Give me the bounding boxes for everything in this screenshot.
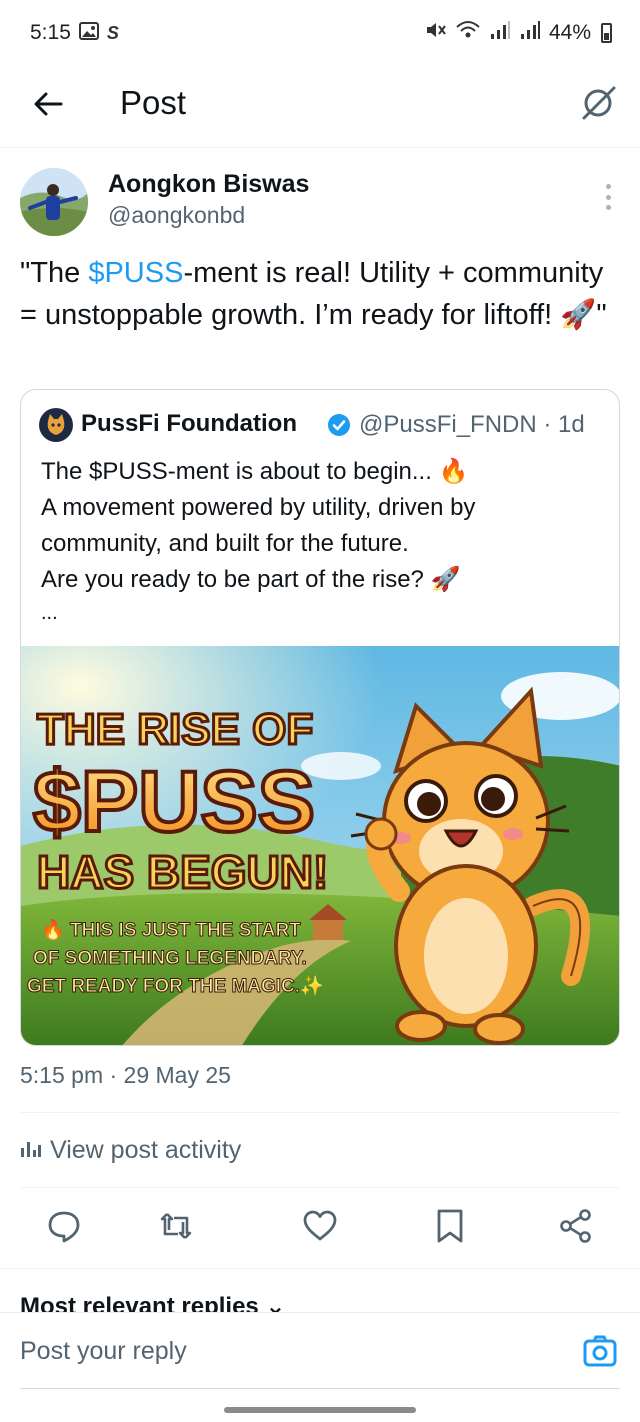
bookmark-icon[interactable] <box>432 1208 468 1244</box>
top-app-bar: Post <box>0 66 640 148</box>
gallery-icon <box>78 21 99 45</box>
view-post-activity-label: View post activity <box>50 1136 242 1164</box>
quote-author-name[interactable]: PussFi Foundation <box>81 410 297 438</box>
quote-line: The $PUSS-ment is about to begin... 🔥 <box>41 458 469 485</box>
share-icon[interactable] <box>558 1208 594 1244</box>
avatar[interactable] <box>20 168 88 236</box>
quote-text: The $PUSS-ment is about to begin... 🔥 A … <box>41 454 607 628</box>
image-headline-2: $PUSS <box>33 754 315 850</box>
home-indicator[interactable] <box>224 1407 416 1413</box>
divider <box>20 1112 620 1113</box>
reply-underline <box>20 1388 620 1389</box>
quote-media-image[interactable]: THE RISE OF $PUSS HAS BEGUN! 🔥 THIS IS J… <box>21 646 619 1045</box>
arrow-left-icon[interactable] <box>28 84 68 124</box>
image-headline-3: HAS BEGUN! <box>37 846 328 898</box>
quote-line: community, and built for the future. <box>41 530 409 557</box>
view-post-activity-link[interactable]: View post activity <box>20 1136 241 1165</box>
divider <box>20 1187 620 1188</box>
quote-avatar[interactable] <box>39 408 73 442</box>
bar-chart-icon <box>20 1136 42 1165</box>
quote-handle-time: @PussFi_FNDN · 1d <box>359 411 585 438</box>
cashtag-link[interactable]: $PUSS <box>88 257 183 289</box>
image-headline-1: THE RISE OF <box>37 705 313 754</box>
quoted-post[interactable]: PussFi Foundation @PussFi_FNDN · 1d The … <box>20 389 620 1046</box>
like-icon[interactable] <box>302 1208 338 1244</box>
image-sub-1: 🔥 THIS IS JUST THE START <box>41 918 301 941</box>
repost-icon[interactable] <box>158 1208 194 1244</box>
wifi-icon <box>455 19 481 47</box>
status-time: 5:15 <box>30 21 71 44</box>
image-sub-3: GET READY FOR THE MAGIC.✨ <box>27 975 324 997</box>
quote-line: A movement powered by utility, driven by <box>41 494 476 521</box>
post-text-open: "The <box>20 257 89 289</box>
author-handle[interactable]: @aongkonbd <box>108 202 245 229</box>
s-app-icon: S <box>106 22 119 43</box>
page-title: Post <box>120 84 187 121</box>
quote-line: Are you ready to be part of the rise? 🚀 <box>41 566 461 593</box>
status-bar: 5:15 S 44% <box>0 0 640 66</box>
battery-percent: 44% <box>548 21 591 44</box>
action-bar <box>0 1200 640 1256</box>
post-text: "The $PUSS-ment is real! Utility + commu… <box>20 252 620 336</box>
signal-icon <box>519 20 541 46</box>
verified-badge-icon <box>326 412 352 438</box>
battery-icon <box>601 23 612 43</box>
replies-sort-dropdown[interactable]: Most relevant replies ⌄ <box>20 1292 286 1314</box>
more-options-icon[interactable] <box>604 184 612 210</box>
camera-icon[interactable] <box>582 1333 618 1369</box>
mute-icon <box>425 20 447 46</box>
quote-line: ... <box>41 602 58 624</box>
post-timestamp[interactable]: 5:15 pm · 29 May 25 <box>20 1062 231 1089</box>
image-sub-2: OF SOMETHING LEGENDARY. <box>33 948 307 969</box>
grok-icon[interactable] <box>578 82 618 122</box>
reply-composer <box>0 1312 640 1390</box>
divider <box>0 1268 640 1269</box>
author-name[interactable]: Aongkon Biswas <box>108 170 309 199</box>
reply-input[interactable] <box>20 1331 540 1371</box>
reply-icon[interactable] <box>46 1208 82 1244</box>
signal-icon <box>489 20 511 46</box>
